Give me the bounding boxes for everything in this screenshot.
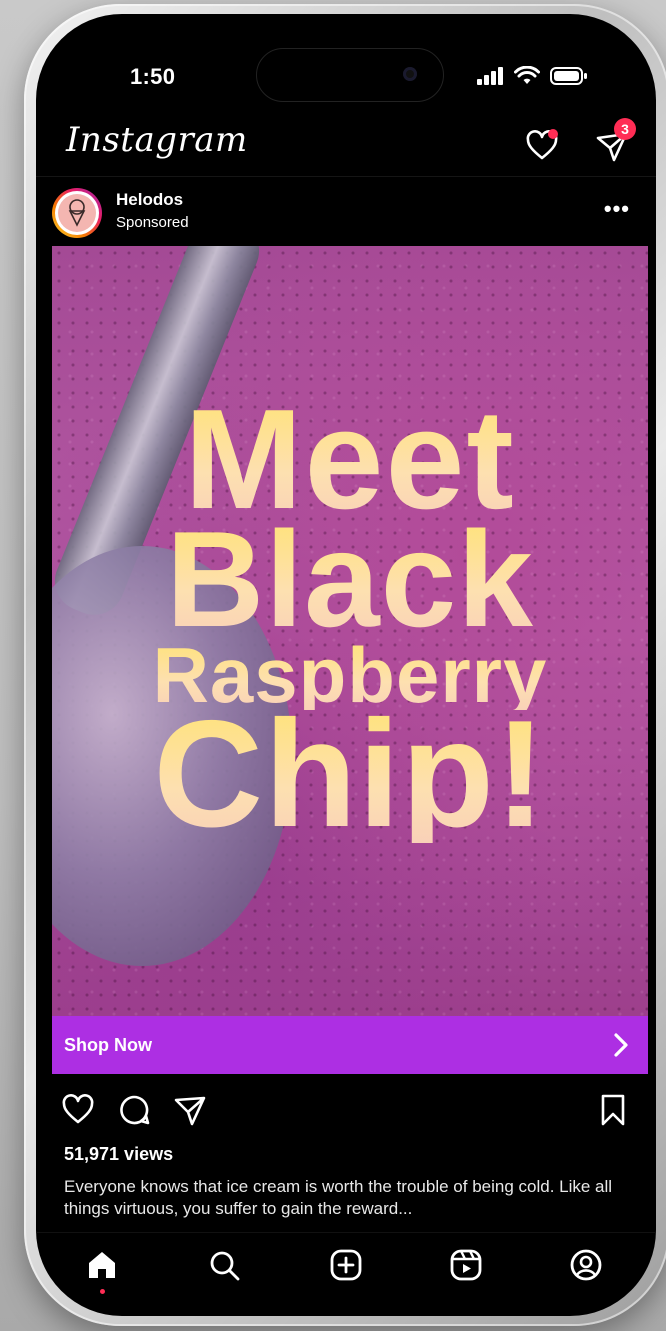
post-caption[interactable]: Everyone knows that ice cream is worth t… xyxy=(64,1176,624,1220)
post-actions xyxy=(36,1086,656,1132)
cellular-signal-icon xyxy=(477,67,503,85)
post-header: Helodos Sponsored ••• xyxy=(36,180,656,246)
shop-now-button[interactable]: Shop Now xyxy=(52,1016,648,1074)
messages-badge: 3 xyxy=(614,118,636,140)
activity-button[interactable] xyxy=(522,126,562,166)
bottom-tab-bar xyxy=(36,1232,656,1316)
dynamic-island xyxy=(256,48,444,102)
more-options-icon[interactable]: ••• xyxy=(604,196,630,222)
comment-icon[interactable] xyxy=(116,1092,152,1128)
like-heart-icon[interactable] xyxy=(60,1092,96,1128)
front-camera xyxy=(403,67,417,81)
bookmark-icon[interactable] xyxy=(598,1092,628,1128)
wifi-icon xyxy=(514,66,540,84)
post-image[interactable]: Meet Black Raspberry Chip! xyxy=(52,246,648,1016)
avatar[interactable] xyxy=(52,188,102,238)
app-header: Instagram 3 xyxy=(36,114,656,177)
phone-screen: 1:50 Instagram 3 Helodos Sponsored ••• M… xyxy=(36,14,656,1316)
messages-button[interactable]: 3 xyxy=(592,118,636,166)
instagram-logo: Instagram xyxy=(66,120,248,160)
status-icons xyxy=(476,66,588,86)
chevron-right-icon xyxy=(614,1033,628,1057)
ad-headline: Meet Black Raspberry Chip! xyxy=(52,389,648,851)
post-username[interactable]: Helodos xyxy=(116,190,183,210)
active-tab-dot xyxy=(100,1289,105,1294)
search-icon[interactable] xyxy=(206,1247,242,1283)
status-bar: 1:50 xyxy=(36,14,656,106)
view-count: 51,971 views xyxy=(64,1144,174,1164)
sponsored-label: Sponsored xyxy=(116,214,189,231)
headline-line-2: Black xyxy=(52,511,648,647)
home-icon[interactable] xyxy=(84,1247,120,1283)
share-icon[interactable] xyxy=(172,1092,208,1128)
battery-icon xyxy=(550,67,587,85)
shop-now-label: Shop Now xyxy=(64,1035,152,1055)
ice-cream-cone-icon xyxy=(68,199,86,227)
status-time: 1:50 xyxy=(130,64,176,89)
headline-line-4: Chip! xyxy=(52,698,648,850)
create-icon[interactable] xyxy=(328,1247,364,1283)
profile-icon[interactable] xyxy=(568,1247,604,1283)
notification-dot xyxy=(548,129,558,139)
reels-icon[interactable] xyxy=(448,1247,484,1283)
